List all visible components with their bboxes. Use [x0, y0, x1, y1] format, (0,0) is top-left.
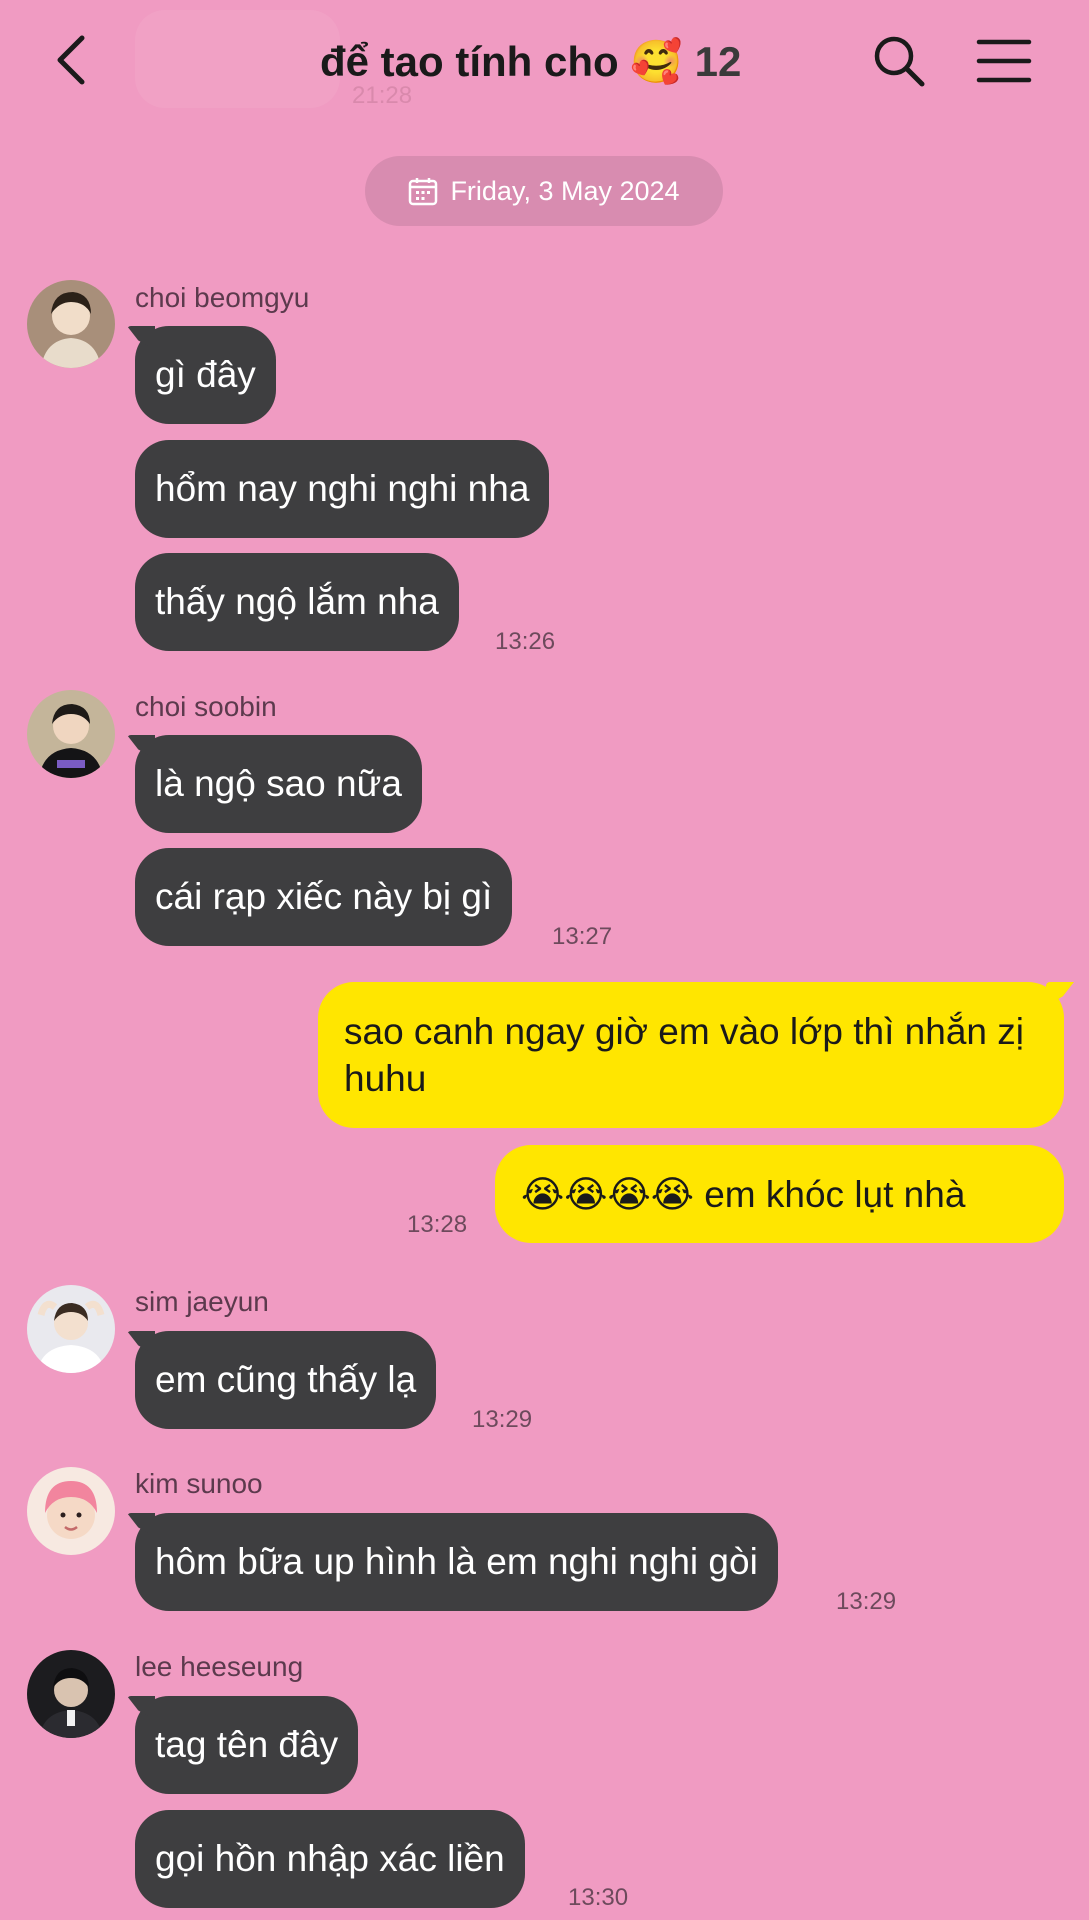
- my-message-bubble[interactable]: sao canh ngay giờ em vào lớp thì nhắn zị…: [318, 982, 1064, 1128]
- message-time: 13:29: [836, 1588, 897, 1615]
- message-bubble[interactable]: em cũng thấy lạ: [135, 1331, 437, 1429]
- avatar[interactable]: [27, 1650, 115, 1738]
- menu-icon: [976, 39, 1032, 83]
- avatar[interactable]: [27, 690, 115, 778]
- message-bubble[interactable]: là ngộ sao nữa: [135, 735, 422, 833]
- message-bubble[interactable]: hôm bữa up hình là em nghi nghi gòi: [135, 1513, 778, 1611]
- message-bubble[interactable]: thấy ngộ lắm nha: [135, 553, 459, 651]
- chat-title[interactable]: để tao tính cho 🥰 12: [320, 30, 741, 94]
- avatar[interactable]: [27, 1467, 115, 1555]
- sender-name: sim jaeyun: [135, 1286, 269, 1317]
- message-time: 13:28: [407, 1211, 468, 1238]
- back-button[interactable]: [48, 30, 92, 90]
- my-message-bubble[interactable]: 😭😭😭😭 em khóc lụt nhà: [495, 1145, 1064, 1243]
- avatar[interactable]: [27, 280, 115, 368]
- message-bubble[interactable]: tag tên đây: [135, 1696, 359, 1794]
- sender-name: choi beomgyu: [135, 282, 310, 313]
- message-bubble[interactable]: cái rạp xiếc này bị gì: [135, 848, 513, 946]
- member-count: 12: [694, 38, 742, 85]
- message-time: 13:26: [495, 628, 556, 655]
- message-bubble[interactable]: gọi hồn nhập xác liền: [135, 1810, 525, 1908]
- chat-header: 21:28 để tao tính cho 🥰 12: [0, 0, 1089, 130]
- sender-name: kim sunoo: [135, 1468, 263, 1499]
- chevron-left-icon: [57, 35, 85, 85]
- message-bubble[interactable]: hổm nay nghi nghi nha: [135, 440, 550, 538]
- search-button[interactable]: [872, 34, 926, 88]
- search-icon: [874, 36, 925, 87]
- sender-name: choi soobin: [135, 691, 277, 722]
- menu-button[interactable]: [976, 38, 1032, 84]
- date-divider: Friday, 3 May 2024: [365, 156, 723, 226]
- date-label: Friday, 3 May 2024: [450, 175, 680, 206]
- message-time: 13:27: [552, 923, 613, 950]
- message-time: 13:30: [568, 1884, 629, 1911]
- message-time: 13:29: [472, 1406, 533, 1433]
- message-bubble[interactable]: gì đây: [135, 326, 276, 424]
- chat-title-text: để tao tính cho 🥰: [320, 37, 683, 85]
- scrolled-message-ghost: [135, 10, 340, 108]
- calendar-icon: [409, 178, 438, 206]
- sender-name: lee heeseung: [135, 1651, 304, 1682]
- avatar[interactable]: [27, 1285, 115, 1373]
